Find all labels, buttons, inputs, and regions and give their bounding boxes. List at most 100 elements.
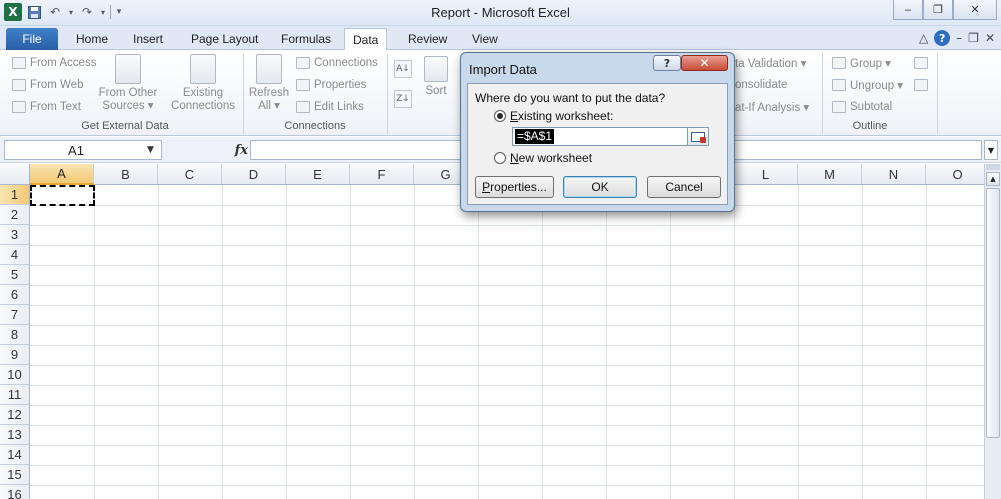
dialog-close-button[interactable]: ✕ bbox=[681, 55, 728, 71]
column-header-n[interactable]: N bbox=[862, 164, 926, 185]
gridline bbox=[30, 405, 984, 406]
insert-function-icon[interactable]: fx bbox=[235, 143, 248, 158]
row-header-8[interactable]: 8 bbox=[0, 325, 30, 345]
split-handle[interactable] bbox=[986, 164, 1000, 170]
collapse-dialog-button[interactable] bbox=[687, 127, 709, 146]
column-header-a[interactable]: A bbox=[30, 164, 94, 185]
row-header-10[interactable]: 10 bbox=[0, 365, 30, 385]
tab-page-layout[interactable]: Page Layout bbox=[183, 28, 266, 50]
properties-label: Properties bbox=[314, 79, 367, 91]
group-label-get-external-data: Get External Data bbox=[81, 120, 169, 132]
row-header-2[interactable]: 2 bbox=[0, 205, 30, 225]
data-validation-button[interactable]: ta Validation ▾ bbox=[735, 54, 806, 72]
consolidate-button[interactable]: onsolidate bbox=[735, 76, 787, 94]
tab-view[interactable]: View bbox=[464, 28, 506, 50]
column-header-m[interactable]: M bbox=[798, 164, 862, 185]
row-header-14[interactable]: 14 bbox=[0, 445, 30, 465]
close-button[interactable]: ✕ bbox=[953, 0, 997, 20]
help-icon[interactable]: ? bbox=[934, 30, 951, 46]
column-header-f[interactable]: F bbox=[350, 164, 414, 185]
sort-button[interactable]: Sort bbox=[420, 56, 452, 98]
tab-insert[interactable]: Insert bbox=[125, 28, 171, 50]
chevron-down-icon[interactable]: ▼ bbox=[147, 145, 161, 155]
row-header-4[interactable]: 4 bbox=[0, 245, 30, 265]
edit-links-button[interactable]: Edit Links bbox=[296, 98, 364, 116]
hide-detail-icon bbox=[914, 79, 928, 91]
column-header-o[interactable]: O bbox=[926, 164, 984, 185]
refresh-all-label-2: All ▾ bbox=[258, 100, 280, 112]
column-header-b[interactable]: B bbox=[94, 164, 158, 185]
row-header-9[interactable]: 9 bbox=[0, 345, 30, 365]
new-worksheet-radio[interactable]: New worksheet bbox=[494, 151, 592, 165]
row-header-16[interactable]: 16 bbox=[0, 485, 30, 499]
reference-input[interactable]: =$A$1 bbox=[512, 127, 702, 146]
select-all-corner[interactable] bbox=[0, 164, 30, 185]
ok-button[interactable]: OK bbox=[563, 176, 637, 198]
sort-descending-icon[interactable]: Z↓ bbox=[394, 90, 412, 108]
tab-formulas[interactable]: Formulas bbox=[273, 28, 339, 50]
row-header-15[interactable]: 15 bbox=[0, 465, 30, 485]
from-access-button[interactable]: From Access bbox=[12, 54, 96, 72]
gridline bbox=[798, 185, 799, 499]
row-header-12[interactable]: 12 bbox=[0, 405, 30, 425]
ungroup-icon bbox=[832, 79, 846, 91]
import-data-dialog: Import Data ? ✕ Where do you want to put… bbox=[460, 52, 735, 212]
row-header-1[interactable]: 1 bbox=[0, 185, 30, 205]
column-header-c[interactable]: C bbox=[158, 164, 222, 185]
minimize-button[interactable]: ‒ bbox=[893, 0, 923, 20]
gridline bbox=[926, 185, 927, 499]
scroll-thumb[interactable] bbox=[986, 188, 1000, 438]
row-header-5[interactable]: 5 bbox=[0, 265, 30, 285]
column-header-e[interactable]: E bbox=[286, 164, 350, 185]
sort-ascending-icon[interactable]: A↓ bbox=[394, 60, 412, 78]
name-box[interactable]: A1 ▼ bbox=[4, 140, 162, 160]
tab-data[interactable]: Data bbox=[344, 28, 388, 50]
expand-formula-bar-icon[interactable]: ▼ bbox=[984, 140, 998, 160]
what-if-analysis-button[interactable]: at-If Analysis ▾ bbox=[735, 98, 809, 116]
row-header-11[interactable]: 11 bbox=[0, 385, 30, 405]
window-title: Report - Microsoft Excel bbox=[431, 5, 570, 20]
properties-icon bbox=[296, 79, 310, 91]
consolidate-label: onsolidate bbox=[735, 79, 788, 91]
column-header-d[interactable]: D bbox=[222, 164, 286, 185]
from-text-button[interactable]: From Text bbox=[12, 98, 81, 116]
row-header-3[interactable]: 3 bbox=[0, 225, 30, 245]
ungroup-button[interactable]: Ungroup ▾ bbox=[832, 76, 903, 94]
column-header-l[interactable]: L bbox=[734, 164, 798, 185]
from-web-button[interactable]: From Web bbox=[12, 76, 83, 94]
restore-button[interactable]: ❐ bbox=[923, 0, 953, 20]
show-detail-button[interactable] bbox=[914, 54, 928, 72]
tab-file[interactable]: File bbox=[6, 28, 58, 50]
minimize-ribbon-icon[interactable]: △ bbox=[919, 31, 928, 45]
properties-button[interactable]: Properties bbox=[296, 76, 366, 94]
workbook-minimize-icon[interactable]: – bbox=[956, 31, 962, 45]
workbook-restore-icon[interactable]: ❐ bbox=[968, 31, 979, 45]
tab-home[interactable]: Home bbox=[68, 28, 116, 50]
row-header-6[interactable]: 6 bbox=[0, 285, 30, 305]
workbook-close-icon[interactable]: ✕ bbox=[985, 31, 995, 45]
subtotal-button[interactable]: Subtotal bbox=[832, 98, 892, 116]
cancel-button[interactable]: Cancel bbox=[647, 176, 721, 198]
existing-worksheet-radio[interactable]: Existing worksheet: bbox=[494, 109, 613, 123]
subtotal-icon bbox=[832, 101, 846, 113]
group-button[interactable]: Group ▾ bbox=[832, 54, 891, 72]
existing-connections-button[interactable]: Existing Connections bbox=[168, 54, 238, 113]
row-header-13[interactable]: 13 bbox=[0, 425, 30, 445]
from-other-sources-button[interactable]: From Other Sources ▾ bbox=[96, 54, 160, 113]
dialog-help-button[interactable]: ? bbox=[653, 55, 681, 71]
row-header-7[interactable]: 7 bbox=[0, 305, 30, 325]
worksheet-grid: A B C D E F G H I J K L M N O 1 2 3 4 5 … bbox=[0, 164, 984, 499]
gridline bbox=[30, 225, 984, 226]
vertical-scrollbar[interactable]: ▲ bbox=[984, 164, 1001, 499]
properties-dialog-button[interactable]: Properties... bbox=[475, 176, 554, 198]
gridline bbox=[734, 185, 735, 499]
scroll-up-icon[interactable]: ▲ bbox=[986, 172, 1000, 186]
hide-detail-button[interactable] bbox=[914, 76, 928, 94]
title-bar: X ↶ ▾ ↷ ▾ ▾ Report - Microsoft Excel ‒ ❐… bbox=[0, 0, 1001, 26]
active-cell-a1[interactable] bbox=[30, 185, 95, 206]
refresh-all-button[interactable]: Refresh All ▾ bbox=[248, 54, 290, 113]
connections-button[interactable]: Connections bbox=[296, 54, 378, 72]
edit-links-icon bbox=[296, 101, 310, 113]
gridline bbox=[670, 185, 671, 499]
tab-review[interactable]: Review bbox=[400, 28, 455, 50]
